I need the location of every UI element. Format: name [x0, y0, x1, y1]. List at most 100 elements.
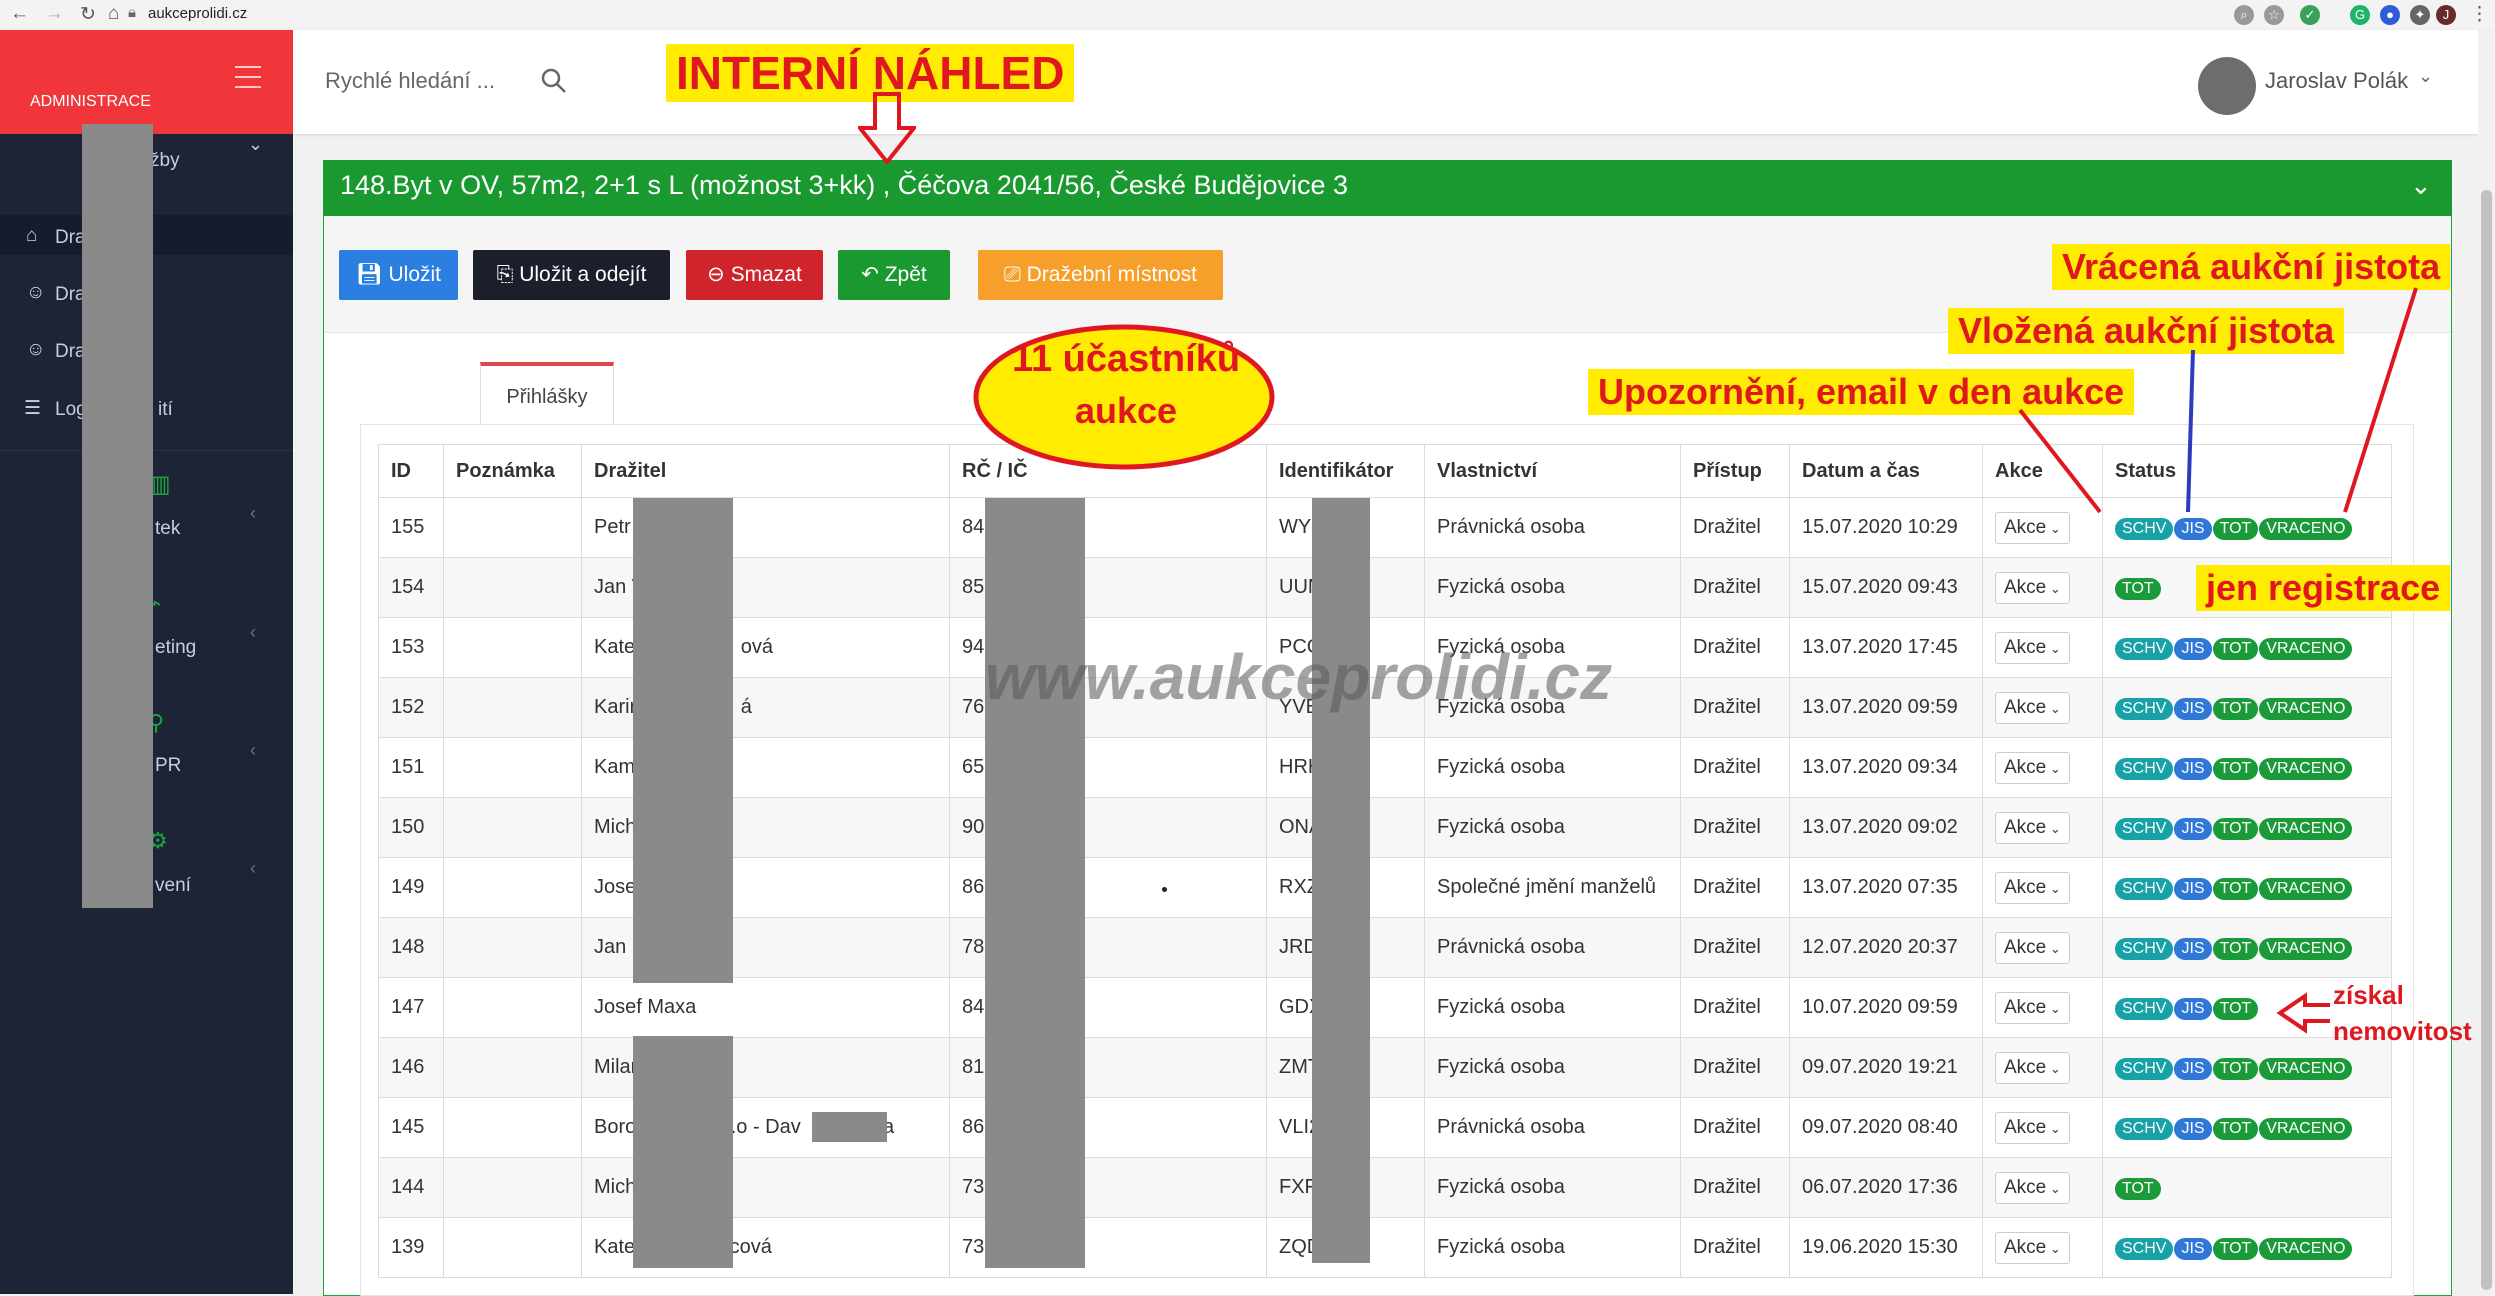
status-badge[interactable]: SCHV [2115, 877, 2174, 900]
status-badge[interactable]: SCHV [2115, 697, 2174, 720]
status-badge[interactable]: TOT [2212, 1117, 2259, 1140]
status-badge[interactable]: TOT [2212, 1237, 2259, 1260]
status-badge[interactable]: TOT [2212, 517, 2259, 540]
address-bar[interactable]: aukceprolidi.cz [148, 5, 247, 22]
menu-icon[interactable]: ⋮ [2470, 3, 2489, 26]
status-badge[interactable]: SCHV [2115, 997, 2174, 1020]
save-exit-button[interactable]: ⎘ Uložit a odejít [473, 250, 670, 300]
status-badge[interactable]: TOT [2212, 637, 2259, 660]
status-badge[interactable]: SCHV [2115, 817, 2174, 840]
sidebar-item-settings[interactable]: vení [155, 875, 191, 897]
status-badge[interactable]: JIS [2174, 637, 2212, 660]
sidebar-item-services[interactable]: žby [150, 150, 180, 172]
extension-icon[interactable]: ● [2380, 5, 2400, 25]
status-badge[interactable]: VRACENO [2259, 757, 2353, 780]
zoom-icon[interactable]: ⌕ [2234, 5, 2254, 25]
status-badge[interactable]: TOT [2212, 1057, 2259, 1080]
status-badge[interactable]: JIS [2174, 697, 2212, 720]
status-badge[interactable]: TOT [2115, 1177, 2161, 1200]
status-badge[interactable]: SCHV [2115, 517, 2174, 540]
akce-dropdown[interactable]: Akce ⌄ [1995, 1231, 2070, 1264]
column-header[interactable]: Identifikátor [1266, 444, 1425, 498]
akce-dropdown[interactable]: Akce ⌄ [1995, 631, 2070, 664]
status-badge[interactable]: TOT [2115, 577, 2161, 600]
status-badge[interactable]: VRACENO [2259, 1237, 2353, 1260]
column-header[interactable]: Status [2102, 444, 2392, 498]
star-icon[interactable]: ☆ [2264, 5, 2284, 25]
status-badge[interactable]: JIS [2174, 877, 2212, 900]
forward-icon[interactable]: → [45, 3, 64, 25]
status-badge[interactable]: VRACENO [2259, 697, 2353, 720]
column-header[interactable]: Přístup [1680, 444, 1790, 498]
status-badge[interactable]: JIS [2174, 757, 2212, 780]
chevron-down-icon[interactable]: ⌄ [2418, 66, 2433, 87]
akce-dropdown[interactable]: Akce ⌄ [1995, 1051, 2070, 1084]
akce-dropdown[interactable]: Akce ⌄ [1995, 571, 2070, 604]
akce-dropdown[interactable]: Akce ⌄ [1995, 1171, 2070, 1204]
status-badge[interactable]: JIS [2174, 817, 2212, 840]
profile-avatar[interactable]: J [2436, 5, 2456, 25]
extension-icon[interactable]: ✓ [2300, 5, 2320, 25]
sidebar-item-marketing[interactable]: eting [155, 637, 196, 659]
chevron-left-icon[interactable]: ‹ [250, 858, 256, 879]
status-badge[interactable]: SCHV [2115, 757, 2174, 780]
status-badge[interactable]: SCHV [2115, 1057, 2174, 1080]
status-badge[interactable]: JIS [2174, 997, 2212, 1020]
auction-room-button[interactable]: ⎚ Dražební místnost [978, 250, 1223, 300]
grammarly-icon[interactable]: G [2350, 5, 2370, 25]
column-header[interactable]: Vlastnictví [1424, 444, 1681, 498]
status-badge[interactable]: SCHV [2115, 637, 2174, 660]
search-input[interactable]: Rychlé hledání ... [325, 68, 495, 94]
status-badge[interactable]: SCHV [2115, 937, 2174, 960]
sidebar-item-property[interactable]: tek [155, 518, 180, 540]
column-header[interactable]: Akce [1982, 444, 2103, 498]
column-header[interactable]: Datum a čas [1789, 444, 1983, 498]
puzzle-icon[interactable]: ✦ [2410, 5, 2430, 25]
avatar[interactable] [2198, 57, 2256, 115]
back-button[interactable]: ↶ Zpět [838, 250, 950, 300]
akce-dropdown[interactable]: Akce ⌄ [1995, 811, 2070, 844]
status-badge[interactable]: VRACENO [2259, 517, 2353, 540]
akce-dropdown[interactable]: Akce ⌄ [1995, 991, 2070, 1024]
status-badge[interactable]: TOT [2212, 997, 2259, 1020]
sidebar-item-pr[interactable]: PR [155, 755, 181, 777]
akce-dropdown[interactable]: Akce ⌄ [1995, 751, 2070, 784]
status-badge[interactable]: JIS [2174, 1237, 2212, 1260]
status-badge[interactable]: JIS [2174, 937, 2212, 960]
hamburger-icon[interactable] [235, 66, 261, 96]
column-header[interactable]: Poznámka [443, 444, 582, 498]
home-icon[interactable]: ⌂ [108, 3, 119, 25]
chevron-left-icon[interactable]: ‹ [250, 622, 256, 643]
reload-icon[interactable]: ↻ [80, 3, 96, 26]
chevron-down-icon[interactable]: ⌄ [248, 134, 263, 155]
status-badge[interactable]: VRACENO [2259, 1057, 2353, 1080]
status-badge[interactable]: TOT [2212, 817, 2259, 840]
akce-dropdown[interactable]: Akce ⌄ [1995, 691, 2070, 724]
status-badge[interactable]: TOT [2212, 757, 2259, 780]
brand-label[interactable]: ADMINISTRACE [30, 93, 151, 111]
status-badge[interactable]: JIS [2174, 517, 2212, 540]
status-badge[interactable]: SCHV [2115, 1117, 2174, 1140]
delete-button[interactable]: ⊖ Smazat [686, 250, 823, 300]
status-badge[interactable]: JIS [2174, 1117, 2212, 1140]
status-badge[interactable]: VRACENO [2259, 1117, 2353, 1140]
status-badge[interactable]: TOT [2212, 937, 2259, 960]
status-badge[interactable]: VRACENO [2259, 937, 2353, 960]
status-badge[interactable]: VRACENO [2259, 817, 2353, 840]
tab-applications[interactable]: Přihlášky [480, 362, 614, 428]
status-badge[interactable]: VRACENO [2259, 637, 2353, 660]
user-menu[interactable]: Jaroslav Polák [2265, 68, 2408, 94]
status-badge[interactable]: JIS [2174, 1057, 2212, 1080]
chevron-left-icon[interactable]: ‹ [250, 740, 256, 761]
status-badge[interactable]: VRACENO [2259, 877, 2353, 900]
akce-dropdown[interactable]: Akce ⌄ [1995, 871, 2070, 904]
save-button[interactable]: 💾︎ Uložit [339, 250, 458, 300]
akce-dropdown[interactable]: Akce ⌄ [1995, 1111, 2070, 1144]
status-badge[interactable]: SCHV [2115, 1237, 2174, 1260]
column-header[interactable]: Dražitel [581, 444, 950, 498]
status-badge[interactable]: TOT [2212, 697, 2259, 720]
scrollbar-thumb[interactable] [2481, 190, 2492, 1290]
chevron-down-icon[interactable]: ⌄ [2410, 170, 2432, 201]
column-header[interactable]: ID [378, 444, 444, 498]
status-badge[interactable]: TOT [2212, 877, 2259, 900]
